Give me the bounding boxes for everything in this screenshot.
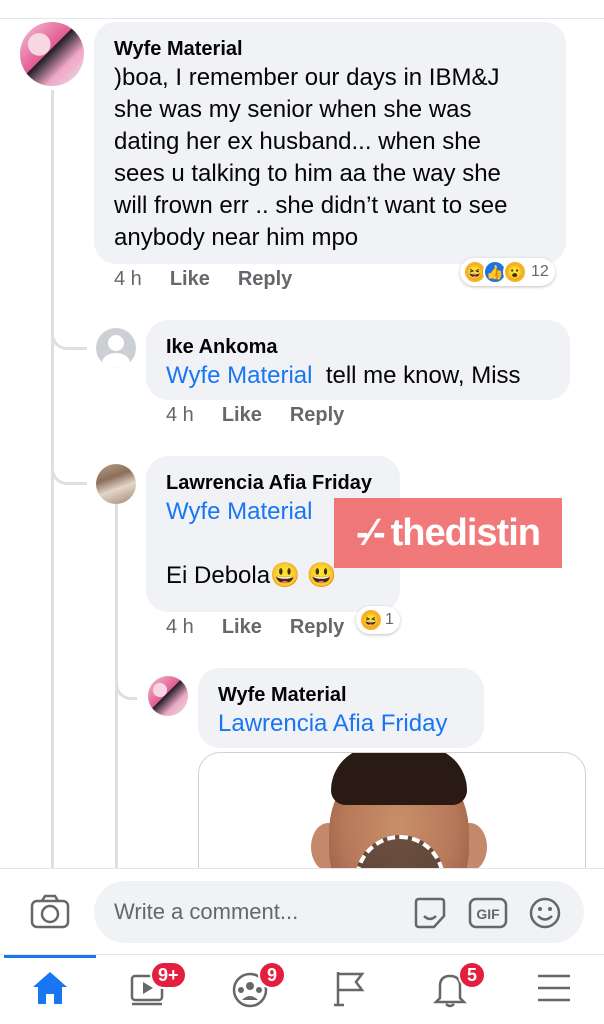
comment-meta-main: 4 h Like Reply [114, 268, 292, 291]
avatar-lawrencia-afia-friday[interactable] [96, 464, 136, 504]
comment-time: 4 h [114, 268, 142, 290]
reaction-summary-main[interactable]: 😆 👍 😮 12 [460, 258, 555, 286]
comment-time: 4 h [166, 404, 194, 426]
comment-meta-reply1: 4 h Like Reply [166, 404, 344, 427]
comment-time: 4 h [166, 616, 194, 638]
comment-line: she was my senior when she was [114, 96, 472, 123]
comment-input[interactable]: Write a comment... GIF [94, 881, 584, 943]
avatar-wyfe-material[interactable] [20, 22, 84, 86]
reply-text: tell me know, Miss [325, 362, 521, 389]
comment-author[interactable]: Lawrencia Afia Friday [166, 470, 380, 496]
avatar-ike-ankoma[interactable] [96, 328, 136, 368]
comment-author[interactable]: Ike Ankoma [166, 334, 550, 360]
thread-line-main [51, 90, 54, 870]
haha-icon: 😆 [359, 608, 383, 632]
like-button[interactable]: Like [222, 616, 262, 639]
reply-text: Ei Debola [166, 562, 271, 589]
nav-home[interactable] [0, 955, 100, 1024]
gif-icon[interactable]: GIF [468, 896, 508, 935]
wow-icon: 😮 [503, 260, 527, 284]
like-button[interactable]: Like [170, 268, 210, 291]
mention-link[interactable]: Wyfe Material [166, 362, 312, 389]
thread-elbow-reply3 [115, 670, 137, 700]
comment-placeholder: Write a comment... [114, 899, 299, 924]
comment-meta-reply2: 4 h Like Reply [166, 616, 344, 639]
reaction-summary-reply2[interactable]: 😆 1 [356, 606, 400, 634]
comment-composer: Write a comment... GIF [0, 868, 604, 954]
comment-line: anybody near him mpo [114, 224, 359, 251]
comment-line: dating her ex husband... when she [114, 128, 481, 155]
nav-active-indicator [4, 955, 96, 958]
image-detail [331, 753, 467, 805]
watermark-text: thedistin [390, 511, 541, 554]
nav-watch[interactable]: 9+ [100, 955, 200, 1024]
thread-elbow-reply2 [51, 455, 87, 485]
flag-icon [330, 968, 370, 1013]
comment-author[interactable]: Wyfe Material [218, 682, 464, 708]
comment-bubble-reply3: Wyfe Material Lawrencia Afia Friday [198, 668, 484, 748]
reply-button[interactable]: Reply [290, 616, 344, 639]
sticker-icon[interactable] [412, 896, 448, 935]
nav-groups[interactable]: 9 [200, 955, 300, 1024]
comment-bubble-main: Wyfe Material )boa, I remember our days … [94, 22, 566, 264]
camera-icon[interactable] [30, 893, 70, 934]
comment-author[interactable]: Wyfe Material [114, 36, 546, 62]
home-icon [30, 969, 70, 1012]
mention-link[interactable]: Lawrencia Afia Friday [218, 710, 447, 737]
smiley-emoji: 😃 😃 [270, 562, 337, 589]
top-divider [0, 18, 604, 19]
nav-menu[interactable] [504, 955, 604, 1024]
reply-button[interactable]: Reply [290, 404, 344, 427]
comment-line: will frown err .. she didn’t want to see [114, 192, 508, 219]
reaction-count: 1 [385, 611, 394, 628]
thread-elbow-reply1 [51, 320, 87, 350]
comment-text: Lawrencia Afia Friday [218, 708, 464, 740]
nav-notifications[interactable]: 5 [400, 955, 500, 1024]
comment-text: Wyfe Material tell me know, Miss [166, 360, 550, 392]
avatar-wyfe-material[interactable] [148, 676, 188, 716]
svg-text:GIF: GIF [476, 906, 500, 922]
comment-line: sees u talking to him aa the way she [114, 160, 501, 187]
comment-text: )boa, I remember our days in IBM&J she w… [114, 62, 546, 254]
groups-badge: 9 [258, 961, 286, 989]
hamburger-menu-icon [534, 970, 574, 1011]
like-button[interactable]: Like [222, 404, 262, 427]
nav-pages[interactable] [300, 955, 400, 1024]
bottom-navigation: 9+ 9 5 [0, 954, 604, 1024]
comment-line: )boa, I remember our days in IBM&J [114, 64, 500, 91]
video-badge: 9+ [150, 961, 187, 989]
reaction-count: 12 [531, 263, 549, 280]
notifications-badge: 5 [458, 961, 486, 989]
watermark-logo: -⁄- thedistin [334, 498, 562, 568]
watermark-mark: -⁄- [356, 511, 386, 554]
emoji-icon[interactable] [528, 896, 562, 935]
comment-bubble-reply1: Ike Ankoma Wyfe Material tell me know, M… [146, 320, 570, 400]
reply-button[interactable]: Reply [238, 268, 292, 291]
